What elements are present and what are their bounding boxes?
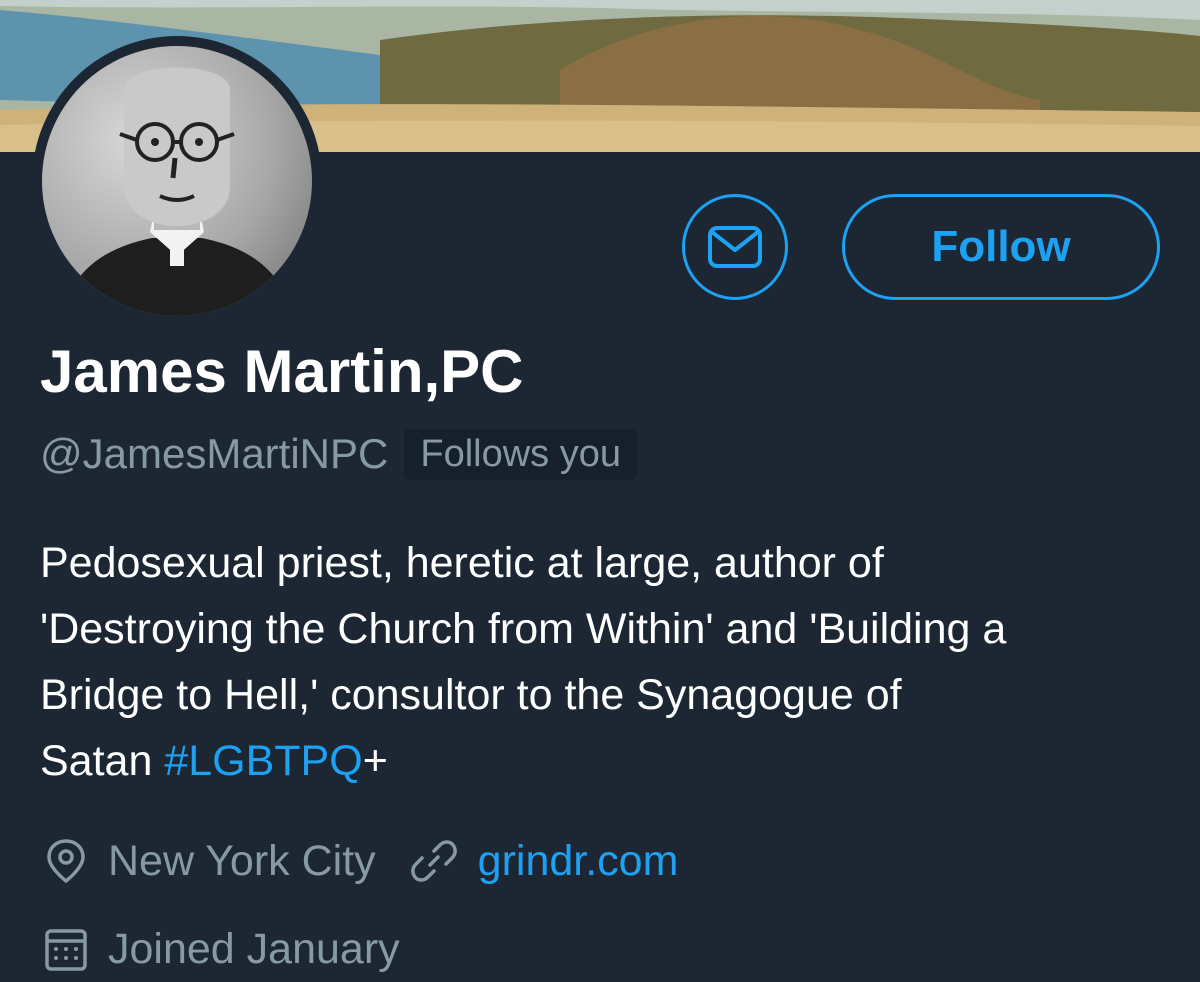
joined-text: Joined January [108, 924, 400, 973]
display-name: James Martin,PC [40, 338, 524, 405]
follows-you-badge: Follows you [404, 428, 637, 480]
website-link[interactable]: grindr.com [478, 837, 679, 886]
hashtag-link[interactable]: #LGBTPQ [164, 737, 362, 785]
avatar-image [42, 46, 312, 316]
bio-line: Pedosexual priest, heretic at large, aut… [40, 539, 884, 587]
bio: Pedosexual priest, heretic at large, aut… [40, 530, 1170, 794]
avatar[interactable] [32, 36, 322, 326]
link-icon [410, 840, 457, 882]
bio-line: 'Destroying the Church from Within' and … [40, 605, 1007, 653]
map-pin-icon [47, 839, 85, 884]
location-text: New York City [108, 836, 376, 885]
bio-text: Satan [40, 737, 165, 785]
joined-row: Joined January [44, 916, 400, 982]
envelope-icon [708, 226, 762, 268]
bio-line-last: Satan #LGBTPQ+ [40, 728, 1170, 794]
message-button[interactable] [682, 194, 788, 300]
follow-button-label: Follow [931, 222, 1071, 271]
bio-text: + [362, 737, 388, 785]
calendar-icon [45, 929, 87, 971]
handle-row: @JamesMartiNPC Follows you [40, 424, 637, 484]
follow-button[interactable]: Follow [842, 194, 1160, 300]
handle: @JamesMartiNPC [40, 430, 389, 477]
bio-line: Bridge to Hell,' consultor to the Synago… [40, 671, 902, 719]
profile-meta-row: New York City grindr.com [44, 828, 678, 894]
